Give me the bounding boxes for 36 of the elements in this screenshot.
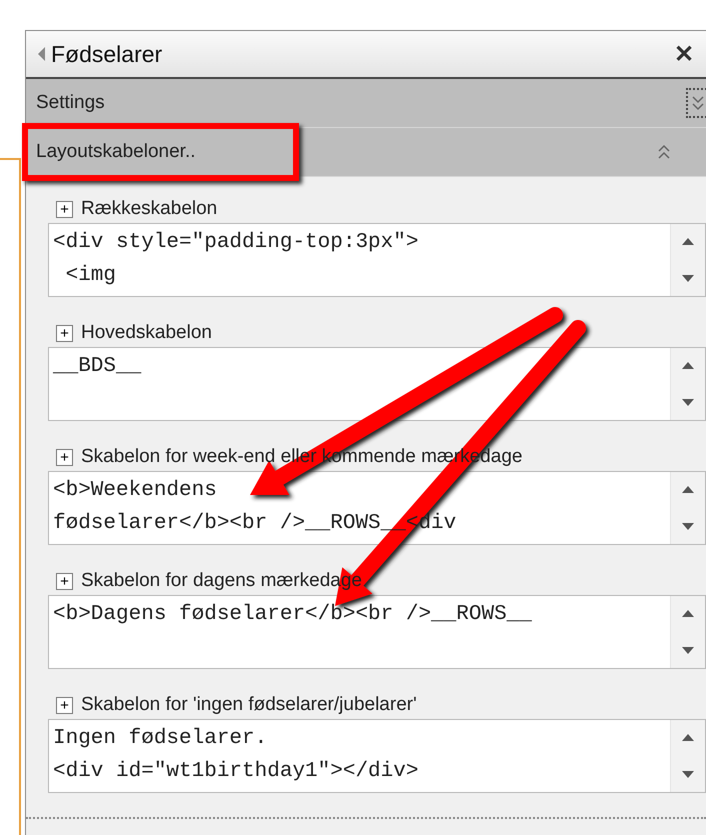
expand-button[interactable]: +	[56, 448, 73, 466]
scroll-up-icon[interactable]	[682, 734, 694, 741]
scroll-up-icon[interactable]	[682, 238, 694, 245]
double-chevron-up-icon	[657, 143, 671, 161]
back-triangle-icon[interactable]	[38, 47, 45, 61]
code-field[interactable]: <b>Dagens fødselarer</b><br />__ROWS__	[48, 595, 706, 669]
template-label: Skabelon for 'ingen fødselarer/jubelarer'	[81, 694, 417, 716]
scrollbar[interactable]	[670, 348, 705, 420]
expand-button[interactable]: +	[56, 200, 73, 218]
scroll-down-icon[interactable]	[682, 647, 694, 654]
scroll-up-icon[interactable]	[682, 362, 694, 369]
scrollbar[interactable]	[670, 224, 705, 296]
scroll-up-icon[interactable]	[682, 486, 694, 493]
toggle-button[interactable]	[686, 88, 706, 118]
section-label: Settings	[36, 92, 106, 114]
template-label: Rækkeskabelon	[81, 198, 218, 220]
double-chevron-down-icon	[691, 94, 705, 112]
scroll-down-icon[interactable]	[682, 523, 694, 530]
panel-title: Fødselarer	[51, 40, 164, 68]
scrollbar[interactable]	[670, 472, 705, 544]
close-button[interactable]: ✕	[662, 40, 706, 68]
expand-button[interactable]: +	[56, 324, 73, 342]
section-header[interactable]: Settings	[26, 79, 706, 128]
expand-button[interactable]: +	[56, 572, 73, 590]
section-label: Layoutskabeloner..	[36, 141, 197, 163]
scrollbar[interactable]	[670, 720, 705, 792]
scroll-down-icon[interactable]	[682, 275, 694, 282]
code-field[interactable]: Ingen fødselarer. <div id="wt1birthday1"></div>	[48, 719, 706, 793]
code-field[interactable]: <div style="padding-top:3px"> <img	[48, 223, 706, 297]
expand-button[interactable]: +	[56, 696, 73, 714]
scrollbar[interactable]	[670, 596, 705, 668]
template-label: Hovedskabelon	[81, 322, 212, 344]
scroll-up-icon[interactable]	[682, 610, 694, 617]
scroll-down-icon[interactable]	[682, 399, 694, 406]
code-field[interactable]: __BDS__	[48, 347, 706, 421]
scroll-down-icon[interactable]	[682, 771, 694, 778]
